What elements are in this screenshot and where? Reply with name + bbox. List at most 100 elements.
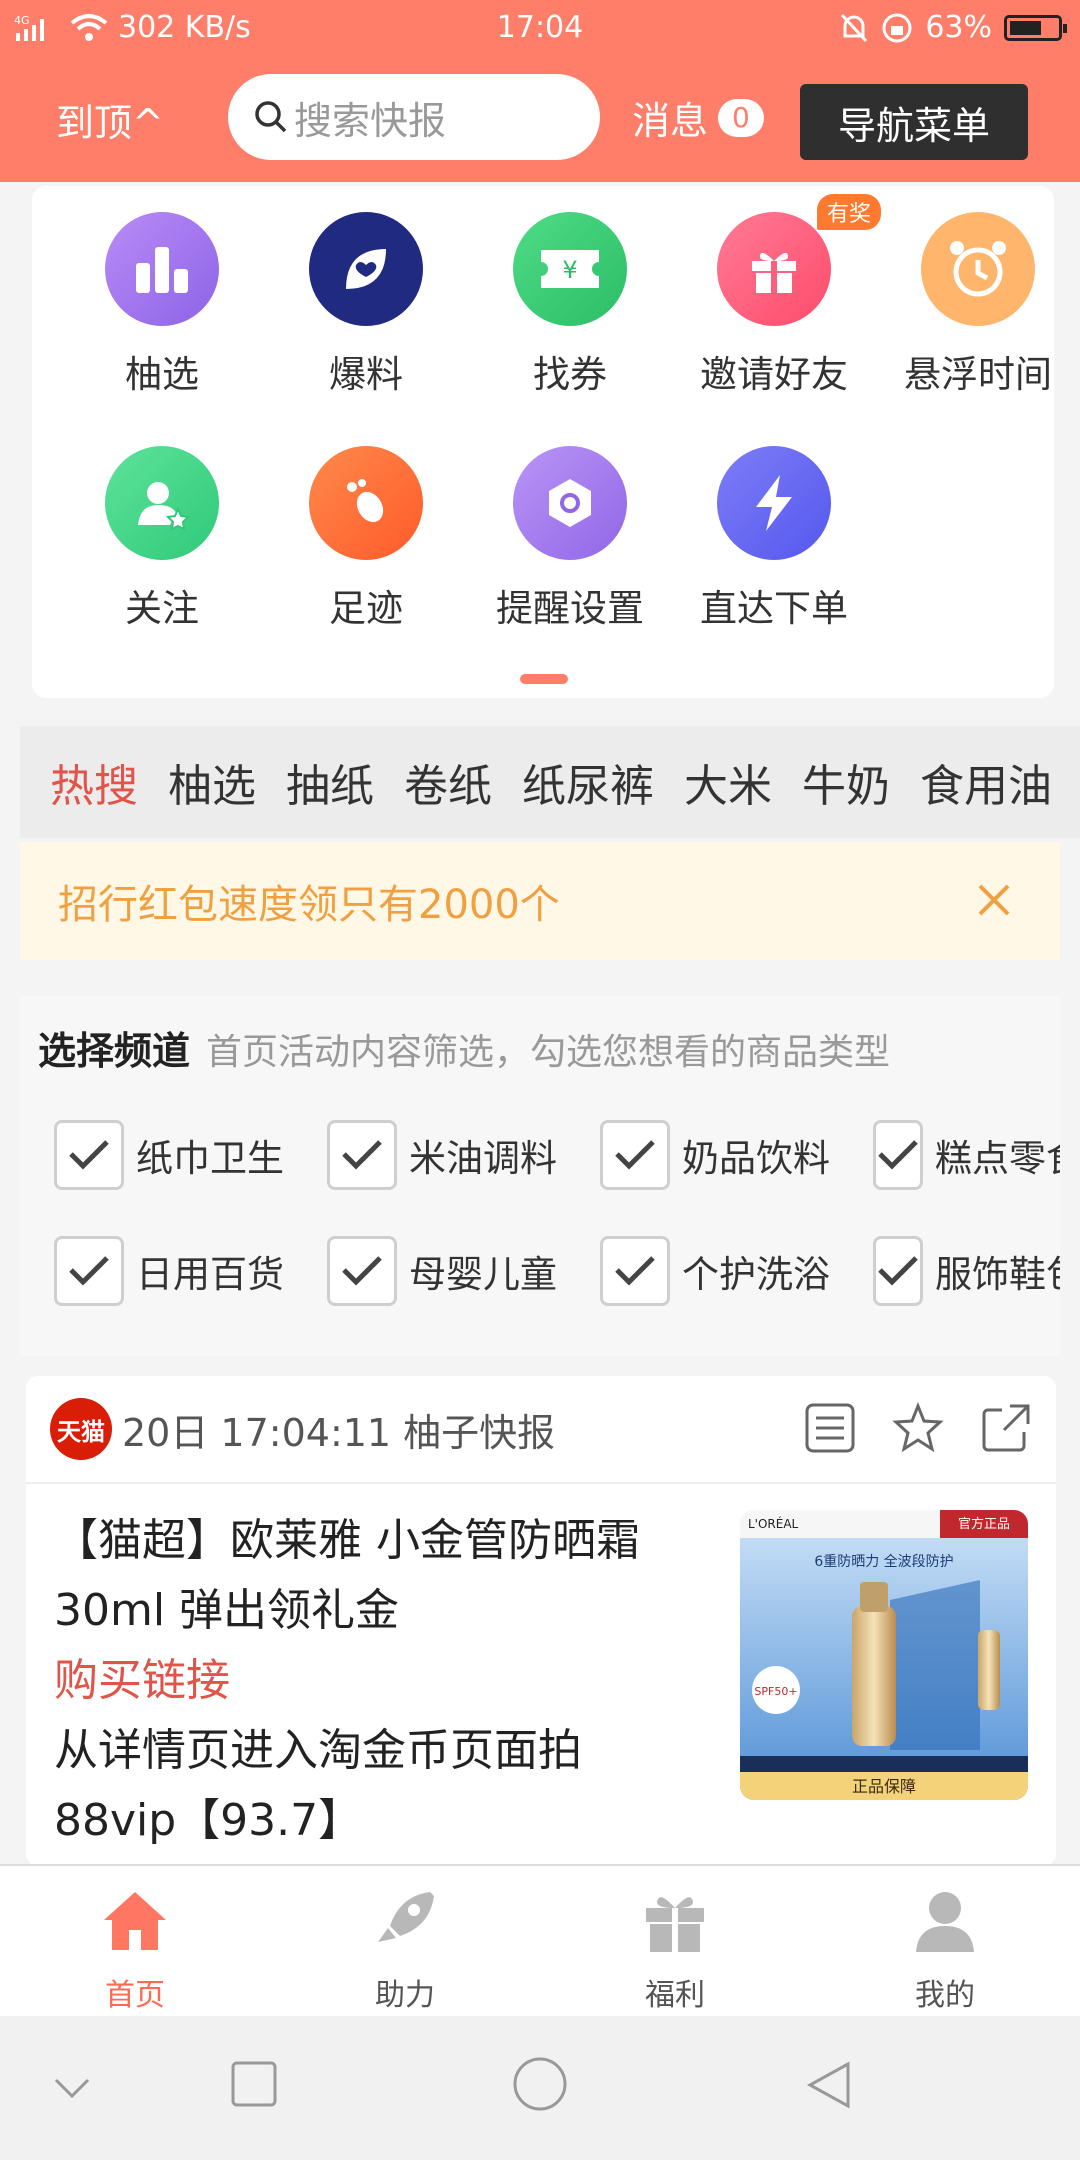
page-indicator (520, 674, 568, 684)
channel-checkbox[interactable]: 奶品饮料 (600, 1120, 830, 1190)
battery-percent: 63% (925, 10, 992, 45)
hot-search-item[interactable]: 食用油 (920, 750, 1052, 814)
product-image[interactable]: L'ORÉAL 官方正品 6重防晒力 全波段防护 SPF50+ 正品保障 (740, 1510, 1028, 1800)
deal-content: 【猫超】欧莱雅 小金管防晒霜30ml 弹出领礼金 购买链接 从详情页进入淘金币页… (54, 1506, 704, 1856)
grid-item-baoliao[interactable]: 爆料 (264, 212, 468, 398)
alarm-clock-icon (921, 212, 1035, 326)
grid-item-youxuan[interactable]: 柚选 (60, 212, 264, 398)
grid-item-label: 提醒设置 (496, 587, 644, 630)
grid-item-float-time[interactable]: 悬浮时间 (876, 212, 1080, 398)
checkmark-icon (600, 1236, 670, 1306)
buy-link[interactable]: 购买链接 (54, 1646, 704, 1716)
official-tag: 官方正品 (958, 1516, 1010, 1532)
back-triangle-icon[interactable] (804, 2060, 852, 2110)
hot-search-item[interactable]: 卷纸 (404, 750, 492, 814)
deal-meta: 天猫 20日 17:04:11 柚子快报 (50, 1398, 555, 1460)
promo-notice[interactable]: 招行红包速度领只有2000个 (20, 842, 1060, 960)
grid-item-label: 找券 (533, 353, 607, 396)
tab-label: 助力 (375, 1978, 435, 2013)
channel-filter-header: 选择频道 首页活动内容筛选，勾选您想看的商品类型 (38, 1020, 890, 1075)
promo-notice-text: 招行红包速度领只有2000个 (58, 882, 560, 928)
star-icon[interactable] (892, 1402, 944, 1454)
hot-search-item[interactable]: 柚选 (168, 750, 256, 814)
lightning-icon (717, 446, 831, 560)
gift-icon: 有奖 (717, 194, 881, 326)
hot-search-item[interactable]: 抽纸 (286, 750, 374, 814)
close-icon[interactable] (970, 876, 1018, 924)
channel-checkbox[interactable]: 纸巾卫生 (54, 1120, 284, 1190)
spf-label: SPF50+ (754, 1685, 797, 1698)
messages-count-badge: 0 (718, 98, 764, 137)
bottom-tab-bar: 首页 助力 福利 我的 (0, 1864, 1080, 2016)
bar-chart-icon (105, 212, 219, 326)
grid-item-remind-settings[interactable]: 提醒设置 (468, 446, 672, 632)
alarm-lock-icon (882, 13, 912, 42)
grid-item-label: 邀请好友 (700, 353, 848, 396)
tab-welfare[interactable]: 福利 (540, 1886, 810, 2014)
grid-item-label: 爆料 (329, 353, 403, 396)
tab-home[interactable]: 首页 (0, 1886, 270, 2014)
reward-badge: 有奖 (816, 194, 881, 230)
channel-filter-title: 选择频道 (38, 1029, 191, 1073)
header-nav: 到顶^ 搜索快报 消息 0 导航菜单 (0, 74, 1080, 160)
home-circle-icon[interactable] (512, 2056, 568, 2112)
hot-search-item[interactable]: 大米 (684, 750, 772, 814)
checkmark-icon (327, 1120, 397, 1190)
battery-icon (1004, 14, 1067, 41)
channel-label: 个护洗浴 (682, 1253, 830, 1296)
channel-checkbox[interactable]: 日用百货 (54, 1236, 284, 1306)
scroll-to-top-button[interactable]: 到顶^ (56, 92, 164, 147)
svg-text:¥: ¥ (562, 256, 577, 284)
channel-label: 纸巾卫生 (136, 1137, 284, 1180)
hot-search-item[interactable]: 纸尿裤 (522, 750, 654, 814)
hot-search-label[interactable]: 热搜 (50, 750, 138, 814)
channel-checkbox[interactable]: 米油调料 (327, 1120, 557, 1190)
chevron-down-icon[interactable] (52, 2076, 92, 2100)
nav-menu-button[interactable]: 导航菜单 (800, 84, 1028, 160)
channel-label: 服饰鞋包 (935, 1253, 1060, 1296)
channel-label: 米油调料 (409, 1137, 557, 1180)
search-placeholder: 搜索快报 (294, 98, 447, 143)
channel-checkbox[interactable]: 个护洗浴 (600, 1236, 830, 1306)
top-header: 4G 302 KB/s 17:04 63% 到顶^ 搜索快报 消息 0 导航菜单 (0, 0, 1080, 182)
tab-label: 我的 (915, 1978, 975, 2013)
grid-item-coupon[interactable]: ¥ 找券 (468, 212, 672, 398)
grid-item-label: 关注 (125, 587, 199, 630)
search-bar[interactable]: 搜索快报 (228, 74, 600, 160)
guarantee-label: 正品保障 (852, 1777, 916, 1796)
messages-button[interactable]: 消息 0 (632, 90, 764, 145)
channel-filter-subtitle: 首页活动内容筛选，勾选您想看的商品类型 (206, 1032, 891, 1073)
tab-mine[interactable]: 我的 (810, 1886, 1080, 2014)
hot-search-bar: 热搜 柚选 抽纸 卷纸 纸尿裤 大米 牛奶 食用油 (20, 726, 1080, 838)
grid-item-label: 悬浮时间 (904, 353, 1052, 396)
channel-label: 母婴儿童 (409, 1253, 557, 1296)
checkmark-icon (54, 1120, 124, 1190)
tab-assist[interactable]: 助力 (270, 1886, 540, 2014)
channel-checkbox[interactable]: 母婴儿童 (327, 1236, 557, 1306)
footprint-icon (309, 446, 423, 560)
share-icon[interactable] (980, 1402, 1032, 1454)
grid-item-footprint[interactable]: 足迹 (264, 446, 468, 632)
hot-search-item[interactable]: 牛奶 (802, 750, 890, 814)
channel-filter: 选择频道 首页活动内容筛选，勾选您想看的商品类型 纸巾卫生 米油调料 奶品饮料 糕… (20, 996, 1060, 1356)
channel-label: 奶品饮料 (682, 1137, 830, 1180)
tmall-logo: 天猫 (50, 1398, 112, 1460)
image-headline: 6重防晒力 全波段防护 (814, 1553, 953, 1570)
list-icon[interactable] (804, 1402, 856, 1454)
grid-item-direct-order[interactable]: 直达下单 (672, 446, 876, 632)
grid-item-invite[interactable]: 有奖 邀请好友 (672, 194, 881, 398)
channel-label: 日用百货 (136, 1253, 284, 1296)
channel-checkbox[interactable]: 服饰鞋包 (873, 1236, 1060, 1306)
grid-item-follow[interactable]: 关注 (60, 446, 264, 632)
recent-apps-icon[interactable] (230, 2060, 278, 2108)
channel-checkbox[interactable]: 糕点零食 (873, 1120, 1060, 1190)
search-icon (255, 101, 287, 133)
deal-card[interactable]: 天猫 20日 17:04:11 柚子快报 【猫超】欧莱雅 小金管防晒霜30ml … (26, 1376, 1056, 1866)
checkmark-icon (327, 1236, 397, 1306)
tab-label: 福利 (645, 1978, 705, 2013)
grid-item-label: 直达下单 (700, 587, 848, 630)
status-bar: 4G 302 KB/s 17:04 63% (0, 0, 1080, 56)
settings-hex-icon (513, 446, 627, 560)
home-icon (104, 1892, 166, 1950)
tab-label: 首页 (105, 1978, 165, 2013)
